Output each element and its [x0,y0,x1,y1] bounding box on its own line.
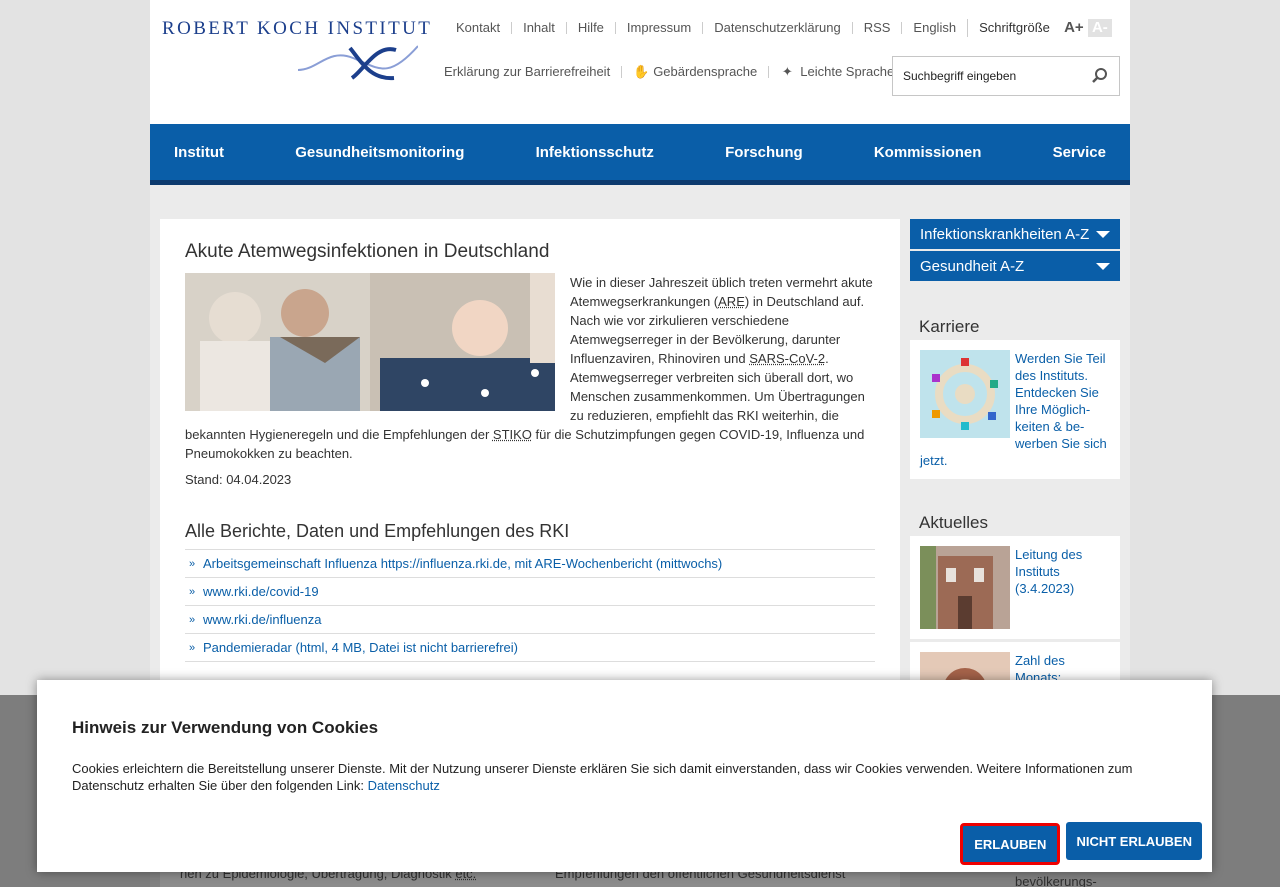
list-item: » www.rki.de/influenza [185,606,875,634]
sidebar: Infektionskrankheiten A-Z Gesundheit A-Z… [910,219,1120,750]
nav-rss[interactable]: RSS [851,21,902,34]
privacy-link[interactable]: Datenschutz [368,778,440,793]
mainnav-institut[interactable]: Institut [174,144,224,161]
reports-list: » Arbeitsgemeinschaft Influenza https://i… [185,550,875,662]
dropdown-label: Infektionskrankheiten A-Z [920,226,1090,243]
easy-language-link[interactable]: ✦ Leichte Sprache [768,64,905,79]
arrow-icon: » [189,585,196,598]
news-heading: Aktuelles [919,513,988,532]
mainnav-kommissionen[interactable]: Kommissionen [874,144,982,161]
cookie-body: Cookies erleichtern die Bereitstellung u… [72,761,1133,793]
nav-datenschutz[interactable]: Datenschutzerklärung [702,21,851,34]
link-pandemieradar[interactable]: Pandemieradar (html, 4 MB, Datei ist nic… [203,640,518,655]
abbr-are: ARE [718,294,745,309]
fontsize-control: Schriftgröße A+ A- [967,19,1112,37]
search-icon[interactable] [1091,67,1109,85]
deny-cookies-button[interactable]: NICHT ERLAUBEN [1066,822,1202,860]
career-teaser[interactable]: Werden Sie Teil des Instituts. Entdecken… [910,340,1120,479]
list-item: » Arbeitsgemeinschaft Influenza https://i… [185,550,875,578]
list-item: » Pandemieradar (html, 4 MB, Datei ist ni… [185,634,875,662]
font-decrease-button[interactable]: A- [1087,19,1112,37]
nav-hilfe[interactable]: Hilfe [565,21,615,34]
mainnav-service[interactable]: Service [1053,144,1106,161]
cookie-dialog: Hinweis zur Verwendung von Cookies Cooki… [37,680,1212,872]
nav-kontakt[interactable]: Kontakt [445,21,511,34]
article-date: Stand: 04.04.2023 [185,472,292,487]
search-box [892,56,1120,96]
cookie-buttons: ERLAUBEN NICHT ERLAUBEN [960,822,1202,866]
news-image-building [920,546,1010,629]
arrow-icon: » [189,641,196,654]
cookie-title: Hinweis zur Verwendung von Cookies [72,718,379,737]
reports-title: Alle Berichte, Daten und Empfehlungen de… [185,521,875,550]
news-link-1[interactable]: Leitung des Instituts (3.4.2023) [1015,547,1082,596]
career-image [920,350,1010,438]
cookie-text: Cookies erleichtern die Bereitstellung u… [72,760,1152,794]
nav-inhalt[interactable]: Inhalt [511,21,566,34]
rki-logo[interactable]: ROBERT KOCH INSTITUT [162,18,433,84]
abbr-stiko: STIKO [492,427,532,442]
chevron-down-icon [1096,231,1110,238]
nav-impressum[interactable]: Impressum [614,21,702,34]
dropdown-label: Gesundheit A-Z [920,258,1025,275]
article-image [185,273,555,411]
mainnav-gesundheitsmonitoring[interactable]: Gesundheitsmonitoring [295,144,464,161]
abbr-sars: SARS-CoV-2 [749,351,826,366]
allow-cookies-button[interactable]: ERLAUBEN [960,823,1061,865]
header: ROBERT KOCH INSTITUT Kontakt Inhalt Hilf… [150,0,1130,124]
accessibility-link[interactable]: Erklärung zur Barrierefreiheit [433,64,621,79]
arrow-icon: » [189,557,196,570]
easy-language-label: Leichte Sprache [800,64,895,79]
fontsize-label: Schriftgröße [979,20,1050,35]
arrow-icon: » [189,613,196,626]
list-item: » www.rki.de/covid-19 [185,578,875,606]
mainnav-forschung[interactable]: Forschung [725,144,803,161]
dropdown-gesundheit[interactable]: Gesundheit A-Z [910,251,1120,281]
article-title: Akute Atemwegsinfektionen in Deutschland [185,241,550,262]
easy-language-icon: ✦ [781,64,793,79]
accessibility-label: Erklärung zur Barrierefreiheit [444,64,611,79]
news-item[interactable]: Leitung des Instituts (3.4.2023) [910,536,1120,639]
link-covid19[interactable]: www.rki.de/covid-19 [203,584,319,599]
sign-language-label: Gebärdensprache [653,64,758,79]
dropdown-infektionskrankheiten[interactable]: Infektionskrankheiten A-Z [910,219,1120,249]
link-influenza-ag[interactable]: Arbeitsgemeinschaft Influenza https://in… [203,556,722,571]
search-input[interactable] [893,57,1073,95]
font-increase-button[interactable]: A+ [1062,19,1086,37]
career-heading: Karriere [919,317,980,336]
service-nav: Kontakt Inhalt Hilfe Impressum Datenschu… [445,19,1112,37]
accessibility-nav: Erklärung zur Barrierefreiheit ✋ Gebärden… [433,64,905,79]
main-nav: Institut Gesundheitsmonitoring Infektion… [150,124,1130,185]
sign-language-link[interactable]: ✋ Gebärdensprache [621,64,768,79]
hand-icon: ✋ [633,64,650,79]
logo-helix-icon [298,45,418,81]
mainnav-infektionsschutz[interactable]: Infektionsschutz [536,144,654,161]
nav-english[interactable]: English [901,21,967,34]
chevron-down-icon [1096,263,1110,270]
link-influenza[interactable]: www.rki.de/influenza [203,612,322,627]
logo-text: ROBERT KOCH INSTITUT [162,18,433,39]
